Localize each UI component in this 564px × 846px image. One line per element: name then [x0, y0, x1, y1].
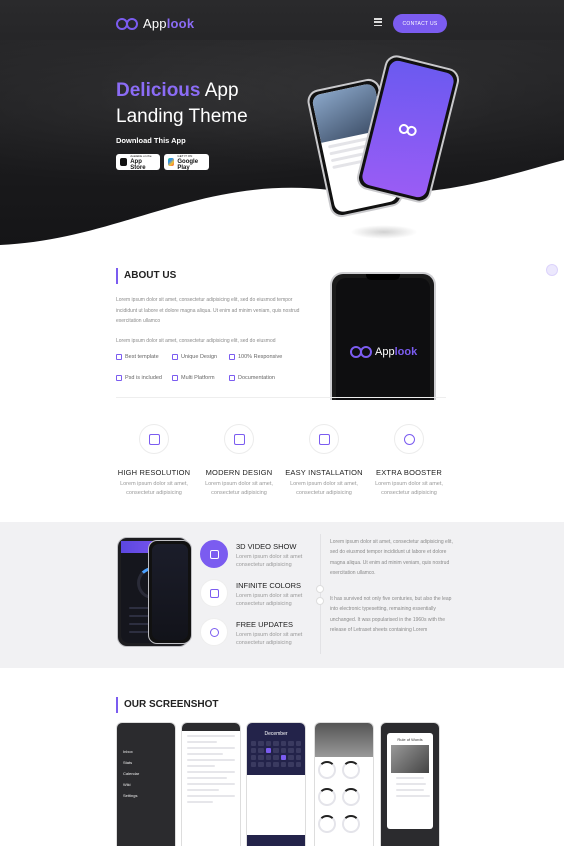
slider-down-arrow-icon[interactable]: [316, 597, 324, 605]
feature-unique-design: Unique Design: [172, 354, 217, 360]
screenshot-1[interactable]: Inbox Stats Calendar Wiki Settings: [116, 722, 176, 846]
screenshot-2[interactable]: [181, 722, 241, 846]
section-divider: [116, 397, 446, 398]
feature-documentation: Documentation: [229, 375, 275, 381]
phone-mockup-logo-screen: [354, 52, 462, 206]
resolution-icon: [139, 424, 169, 454]
hamburger-menu-icon[interactable]: [374, 18, 382, 26]
screenshot-5[interactable]: Rule of Words: [380, 722, 440, 846]
template-icon: [116, 354, 122, 360]
contact-us-button[interactable]: CONTACT US: [393, 14, 447, 33]
feature-psd: Psd is included: [116, 375, 162, 381]
feature-responsive: 100% Responsive: [229, 354, 282, 360]
landing-page: Applook CONTACT US Delicious App Landing…: [0, 0, 564, 846]
phone-shadow: [350, 225, 418, 239]
design-icon: [172, 354, 178, 360]
hero-title: Delicious App Landing Theme: [116, 80, 248, 127]
about-paragraph: Lorem ipsum dolor sit amet, consectetur …: [116, 297, 300, 324]
platform-icon: [172, 375, 178, 381]
infinity-logo-icon: [116, 17, 138, 30]
hero-section: Applook CONTACT US Delicious App Landing…: [0, 0, 564, 245]
brand-logo[interactable]: Applook: [116, 16, 194, 31]
floating-action-dot[interactable]: [546, 264, 558, 276]
infinity-logo-icon: [350, 346, 372, 358]
phone-brand-logo: Applook: [350, 346, 417, 358]
google-play-icon: [168, 158, 175, 166]
feature-card-modern-design: MODERN DESIGN Lorem ipsum dolor sit amet…: [195, 424, 283, 497]
feature-card-easy-installation: EASY INSTALLATION Lorem ipsum dolor sit …: [280, 424, 368, 497]
screenshot-title: OUR SCREENSHOT: [116, 697, 218, 713]
brand-name: Applook: [143, 16, 195, 31]
about-title: ABOUT US: [116, 268, 176, 284]
download-heading: Download This App: [116, 136, 186, 145]
slider-up-arrow-icon[interactable]: [316, 585, 324, 593]
colors-icon: [200, 579, 228, 607]
psd-icon: [116, 375, 122, 381]
services-paragraph-2: It has survived not only five centuries,…: [330, 596, 452, 634]
modern-design-icon: [224, 424, 254, 454]
infinity-logo-icon: [397, 122, 418, 137]
booster-icon: [394, 424, 424, 454]
hero-wave: [0, 160, 564, 245]
google-play-button[interactable]: GET IT ON Google Play: [164, 154, 209, 171]
screenshot-4[interactable]: [314, 722, 374, 846]
hero-phones-mockup: [300, 52, 462, 245]
service-3d-video: 3D VIDEO SHOW Lorem ipsum dolor sit amet …: [200, 540, 312, 569]
feature-best-template: Best template: [116, 354, 159, 360]
responsive-icon: [229, 354, 235, 360]
apple-icon: [120, 158, 128, 166]
services-phone-front: [148, 540, 192, 644]
services-paragraph: Lorem ipsum dolor sit amet, consectetur …: [330, 539, 453, 577]
video-icon: [200, 540, 228, 568]
service-free-updates: FREE UPDATES Lorem ipsum dolor sit amet c…: [200, 618, 312, 647]
services-divider: [320, 534, 321, 654]
service-infinite-colors: INFINITE COLORS Lorem ipsum dolor sit ame…: [200, 579, 312, 608]
refresh-icon: [200, 618, 228, 646]
about-paragraph-2: Lorem ipsum dolor sit amet, consectetur …: [116, 338, 276, 344]
feature-multi-platform: Multi Platform: [172, 375, 215, 381]
installation-icon: [309, 424, 339, 454]
documentation-icon: [229, 375, 235, 381]
about-phone-mockup: Applook: [330, 272, 436, 400]
screenshot-3[interactable]: December: [246, 722, 306, 846]
feature-card-high-resolution: HIGH RESOLUTION Lorem ipsum dolor sit am…: [110, 424, 198, 497]
app-store-button[interactable]: Available on the App Store: [116, 154, 160, 171]
feature-card-extra-booster: EXTRA BOOSTER Lorem ipsum dolor sit amet…: [365, 424, 453, 497]
